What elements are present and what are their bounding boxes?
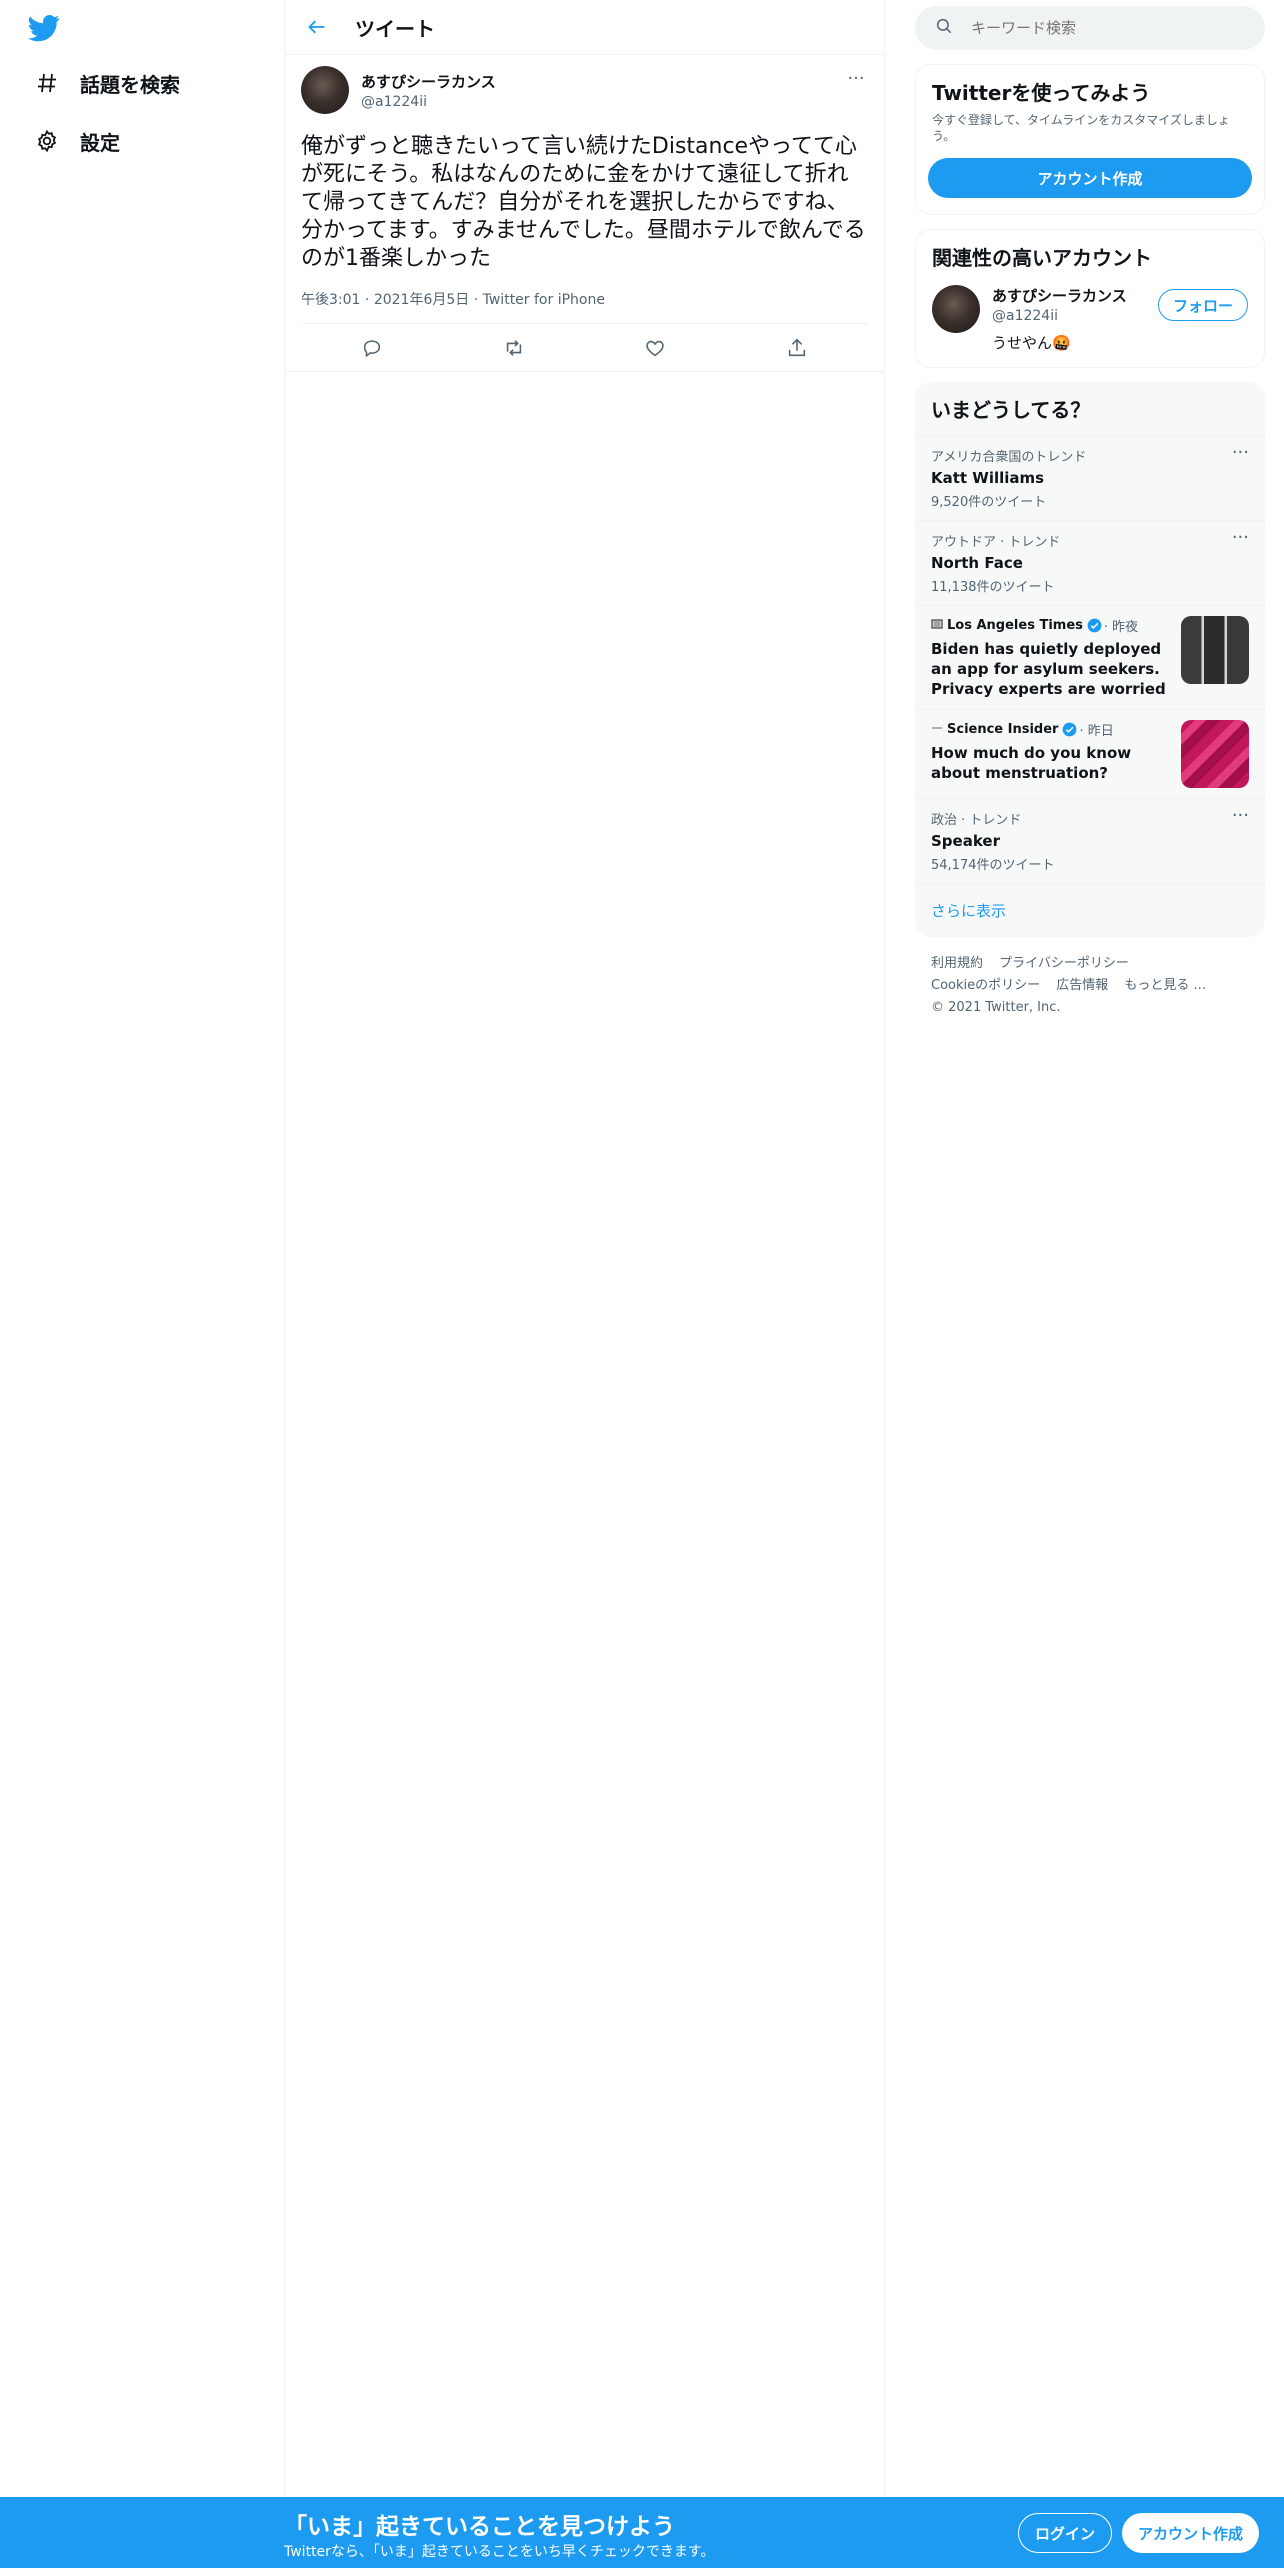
related-accounts-title: 関連性の高いアカウント — [932, 246, 1152, 270]
news-title: How much do you know about menstruation? — [931, 744, 1132, 782]
trend-item[interactable]: アメリカ合衆国のトレンド Katt Williams 9,520件のツイート ·… — [915, 436, 1265, 521]
tweet-time[interactable]: 午後3:01 — [301, 292, 360, 308]
news-source: Los Angeles Times — [947, 618, 1083, 633]
news-time: · 昨夜 — [1103, 620, 1139, 635]
show-more-link[interactable]: さらに表示 — [915, 884, 1265, 937]
trend-name: Speaker — [931, 832, 1000, 850]
verified-badge-icon — [1087, 618, 1102, 633]
related-account-handle[interactable]: @a1224ii — [992, 308, 1127, 324]
signup-card-description: 今すぐ登録して、タイムラインをカスタマイズしましょう。 — [932, 113, 1230, 143]
trend-name: North Face — [931, 554, 1023, 572]
follow-button[interactable]: フォロー — [1157, 289, 1248, 321]
footer: 利用規約 プライバシーポリシー Cookieのポリシー 広告情報 もっと見る .… — [915, 937, 1265, 1019]
more-options-icon[interactable]: ··· — [844, 70, 868, 93]
related-accounts-card: 関連性の高いアカウント あすぴシーラカンス @a1224ii うせやん🤬 フォロ… — [915, 229, 1265, 368]
footer-link-cookies[interactable]: Cookieのポリシー — [931, 978, 1040, 993]
left-nav: 話題を検索 設定 — [0, 0, 285, 2568]
login-button[interactable]: ログイン — [1018, 2513, 1113, 2553]
nav-explore[interactable]: 話題を検索 — [34, 58, 180, 108]
related-account[interactable]: あすぴシーラカンス @a1224ii うせやん🤬 フォロー — [916, 271, 1264, 367]
bottom-signup-bar: 「いま」起きていることを見つけよう Twitterなら、「いま」起きていることを… — [0, 2497, 1284, 2568]
trend-count: 9,520件のツイート — [931, 495, 1047, 510]
nav-settings[interactable]: 設定 — [34, 116, 120, 166]
avatar[interactable] — [301, 66, 349, 114]
news-title: Biden has quietly deployed an app for as… — [931, 640, 1166, 698]
trend-name: Katt Williams — [931, 469, 1045, 487]
tweet-text: 俺がずっと聴きたいって言い続けたDistanceやってて心が死にそう。私はなんの… — [301, 134, 866, 271]
science-insider-logo-icon — [931, 722, 943, 738]
more-options-icon[interactable]: ··· — [1232, 444, 1249, 462]
tweet-date[interactable]: 2021年6月5日 — [374, 292, 469, 308]
footer-link-ads[interactable]: 広告情報 — [1056, 978, 1108, 993]
back-arrow-icon[interactable] — [301, 11, 333, 43]
signup-card: Twitterを使ってみよう 今すぐ登録して、タイムラインをカスタマイズしましょ… — [915, 64, 1265, 215]
page-title: ツイート — [355, 16, 435, 41]
nav-explore-label: 話題を検索 — [80, 72, 180, 97]
reply-icon[interactable] — [352, 328, 392, 368]
trend-context: アメリカ合衆国のトレンド — [931, 450, 1087, 465]
tweet-actions — [285, 324, 884, 372]
trend-item[interactable]: 政治 · トレンド Speaker 54,174件のツイート ··· — [915, 799, 1265, 884]
tweet-source[interactable]: Twitter for iPhone — [483, 292, 605, 308]
search-icon — [935, 17, 953, 39]
search-bar[interactable] — [915, 6, 1265, 50]
news-thumbnail — [1181, 616, 1249, 684]
retweet-icon[interactable] — [494, 328, 534, 368]
more-options-icon[interactable]: ··· — [1232, 807, 1249, 825]
trend-context: 政治 · トレンド — [931, 813, 1022, 828]
trend-count: 11,138件のツイート — [931, 580, 1055, 595]
copyright: © 2021 Twitter, Inc. — [931, 1000, 1061, 1015]
verified-badge-icon — [1063, 722, 1077, 737]
like-icon[interactable] — [635, 328, 675, 368]
main-column: ツイート あすぴシーラカンス @a1224ii ··· 俺がずっと聴きたいって言… — [285, 0, 885, 2568]
bottom-bar-title: 「いま」起きていることを見つけよう — [284, 2514, 675, 2540]
tweet-meta: 午後3:01 · 2021年6月5日 · Twitter for iPhone — [301, 289, 868, 324]
footer-link-privacy[interactable]: プライバシーポリシー — [999, 956, 1129, 971]
tweet-handle[interactable]: @a1224ii — [361, 94, 496, 110]
bottom-bar-subtitle: Twitterなら、「いま」起きていることをいち早くチェックできます。 — [284, 2544, 715, 2560]
trend-context: アウトドア · トレンド — [931, 535, 1061, 550]
news-item[interactable]: Los Angeles Times · 昨夜 Biden has quietly… — [915, 606, 1265, 710]
tweet-display-name[interactable]: あすぴシーラカンス — [361, 71, 496, 92]
news-item[interactable]: Science Insider · 昨日 How much do you kno… — [915, 710, 1265, 799]
create-account-button[interactable]: アカウント作成 — [928, 158, 1252, 198]
related-account-name[interactable]: あすぴシーラカンス — [992, 285, 1127, 306]
footer-link-terms[interactable]: 利用規約 — [931, 956, 983, 971]
signup-card-title: Twitterを使ってみよう — [932, 81, 1151, 105]
twitter-bird-icon[interactable] — [28, 12, 64, 48]
trends-title: いまどうしてる？ — [915, 382, 1265, 436]
news-thumbnail — [1181, 720, 1249, 788]
trend-count: 54,174件のツイート — [931, 858, 1055, 873]
hashtag-icon — [34, 70, 60, 96]
news-source: Science Insider — [947, 722, 1059, 737]
signup-button[interactable]: アカウント作成 — [1122, 2513, 1260, 2553]
nav-settings-label: 設定 — [80, 130, 120, 155]
newspaper-logo-icon — [931, 618, 943, 634]
news-time: · 昨日 — [1079, 724, 1114, 739]
search-input[interactable] — [969, 18, 1229, 38]
trend-item[interactable]: アウトドア · トレンド North Face 11,138件のツイート ··· — [915, 521, 1265, 606]
main-header: ツイート — [285, 0, 884, 55]
footer-link-more[interactable]: もっと見る ... — [1124, 978, 1206, 993]
gear-icon — [34, 128, 60, 154]
share-icon[interactable] — [777, 328, 817, 368]
more-options-icon[interactable]: ··· — [1232, 529, 1249, 547]
tweet: あすぴシーラカンス @a1224ii ··· 俺がずっと聴きたいって言い続けたD… — [285, 55, 884, 372]
related-account-bio: うせやん🤬 — [992, 334, 1071, 352]
right-column: Twitterを使ってみよう 今すぐ登録して、タイムラインをカスタマイズしましょ… — [915, 0, 1265, 1019]
avatar[interactable] — [932, 285, 980, 333]
tweet-author[interactable]: あすぴシーラカンス @a1224ii — [301, 65, 868, 115]
trends-panel: いまどうしてる？ アメリカ合衆国のトレンド Katt Williams 9,52… — [915, 382, 1265, 937]
